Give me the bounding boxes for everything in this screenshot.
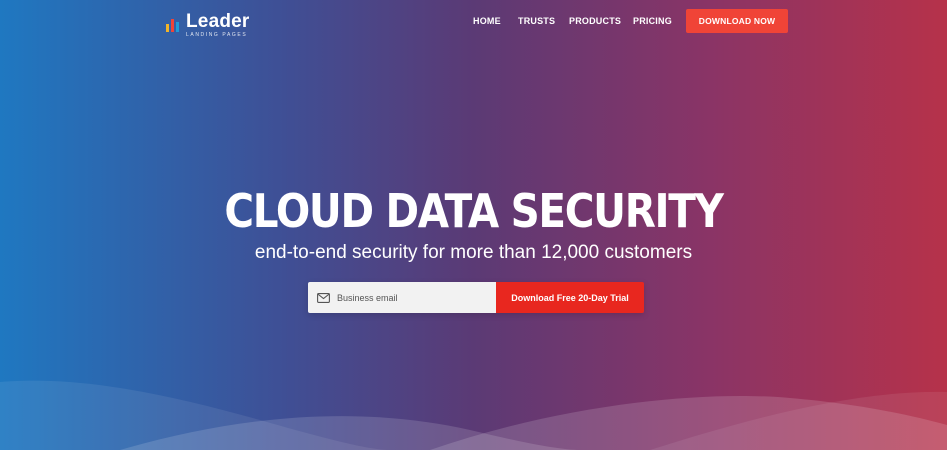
email-field-wrapper bbox=[308, 282, 496, 313]
logo-bars-icon bbox=[166, 18, 181, 32]
download-trial-button[interactable]: Download Free 20-Day Trial bbox=[496, 282, 644, 313]
download-now-button[interactable]: DOWNLOAD NOW bbox=[686, 9, 788, 33]
hero-subtitle: end-to-end security for more than 12,000… bbox=[254, 242, 693, 263]
nav-pricing-link[interactable]: PRICING bbox=[633, 16, 672, 26]
brand-tagline: LANDING PAGES bbox=[186, 32, 248, 38]
signup-form: Download Free 20-Day Trial bbox=[308, 282, 644, 313]
decorative-waves bbox=[0, 380, 947, 450]
mail-icon bbox=[317, 291, 330, 304]
brand-name: Leader bbox=[186, 11, 250, 32]
business-email-input[interactable] bbox=[337, 292, 477, 303]
brand-logo[interactable]: Leader LANDING PAGES bbox=[166, 12, 250, 38]
nav-home-link[interactable]: HOME bbox=[473, 16, 501, 26]
nav-products-link[interactable]: PRODUCTS bbox=[569, 16, 621, 26]
hero-title: CLOUD DATA SECURITY bbox=[224, 184, 723, 238]
nav-trusts-link[interactable]: TRUSTS bbox=[518, 16, 555, 26]
